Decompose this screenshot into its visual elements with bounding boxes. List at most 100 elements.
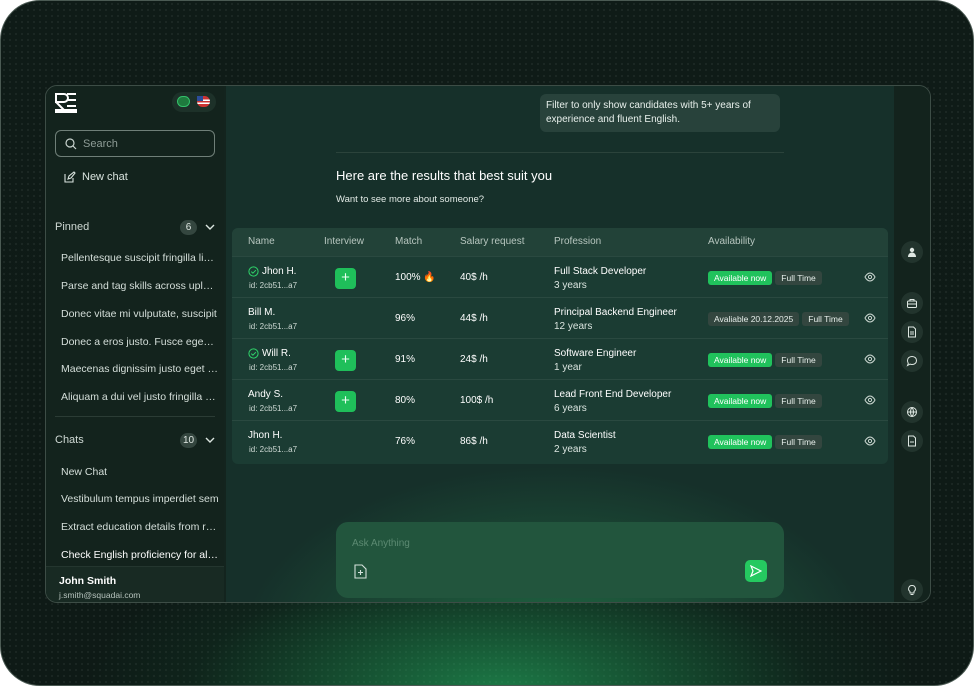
briefcase-icon bbox=[907, 299, 917, 308]
employment-type-badge: Full Time bbox=[775, 394, 822, 408]
chat-main: Filter to only show candidates with 5+ y… bbox=[226, 86, 894, 602]
eye-icon[interactable] bbox=[864, 395, 876, 405]
table-row[interactable]: Bill M. id: 2cb51...a7 96% 44$ /h Princi… bbox=[232, 297, 888, 338]
salary-request: 100$ /h bbox=[460, 395, 494, 406]
availability-badges: Avaliable 20.12.2025 Full Time bbox=[708, 312, 849, 326]
column-header: Match bbox=[395, 236, 423, 247]
messages-button[interactable] bbox=[901, 350, 923, 372]
profession: Full Stack Developer bbox=[554, 266, 647, 277]
eye-icon[interactable] bbox=[864, 313, 876, 323]
availability-badges: Available now Full Time bbox=[708, 435, 822, 449]
candidate-name: Andy S. bbox=[248, 389, 283, 400]
table-row[interactable]: Will R. id: 2cb51...a7 + 91% 24$ /h Soft… bbox=[232, 338, 888, 379]
match-score: 91% bbox=[395, 354, 416, 365]
us-flag-icon[interactable] bbox=[197, 96, 210, 107]
pinned-section-header[interactable]: Pinned 6 bbox=[55, 219, 215, 235]
profile-button[interactable] bbox=[901, 241, 923, 263]
message-divider bbox=[336, 152, 784, 153]
profession: Lead Front End Developer bbox=[554, 389, 672, 400]
chevron-down-icon[interactable] bbox=[205, 222, 215, 232]
eye-icon[interactable] bbox=[864, 436, 876, 446]
right-toolbar bbox=[894, 86, 930, 602]
chats-section-header[interactable]: Chats 10 bbox=[55, 432, 215, 448]
table-row[interactable]: Andy S. id: 2cb51...a7 + 80% 100$ /h Lea… bbox=[232, 379, 888, 420]
add-interview-button[interactable]: + bbox=[335, 268, 356, 289]
chevron-down-icon[interactable] bbox=[205, 435, 215, 445]
app-logo bbox=[55, 93, 77, 113]
salary-request: 24$ /h bbox=[460, 354, 488, 365]
table-row[interactable]: Jhon H. id: 2cb51...a7 76% 86$ /h Data S… bbox=[232, 420, 888, 461]
user-name: John Smith bbox=[59, 575, 117, 587]
search-input[interactable] bbox=[83, 136, 208, 152]
eye-icon[interactable] bbox=[864, 272, 876, 282]
availability-badge: Available now bbox=[708, 353, 773, 367]
column-header: Salary request bbox=[460, 236, 525, 247]
sidebar-divider bbox=[55, 416, 215, 417]
chat-item[interactable]: New Chat bbox=[61, 466, 219, 478]
candidate-name: Bill M. bbox=[248, 307, 275, 318]
chat-item-active[interactable]: Check English proficiency for all candid… bbox=[61, 549, 219, 561]
web-button[interactable] bbox=[901, 401, 923, 423]
file-icon bbox=[908, 435, 916, 447]
experience-years: 1 year bbox=[554, 362, 582, 373]
new-chat-button[interactable]: New chat bbox=[64, 170, 128, 184]
experience-years: 6 years bbox=[554, 403, 587, 414]
user-profile[interactable]: John Smith j.smith@squadai.com bbox=[46, 566, 224, 602]
candidates-table: Name Interview Match Salary request Prof… bbox=[232, 228, 888, 464]
files-button[interactable] bbox=[901, 430, 923, 452]
candidate-name: Jhon H. bbox=[248, 430, 282, 441]
availability-badges: Available now Full Time bbox=[708, 271, 822, 285]
tips-button[interactable] bbox=[901, 579, 923, 601]
jobs-button[interactable] bbox=[901, 292, 923, 314]
check-circle-icon bbox=[248, 348, 259, 359]
employment-type-badge: Full Time bbox=[775, 271, 822, 285]
candidate-name: Will R. bbox=[248, 348, 291, 359]
table-row[interactable]: Jhon H. id: 2cb51...a7 + 100% 🔥 40$ /h F… bbox=[232, 256, 888, 297]
flag-icon[interactable] bbox=[177, 96, 190, 107]
search-box bbox=[55, 130, 215, 157]
prompt-input[interactable]: Ask Anything bbox=[352, 538, 410, 549]
results-subtitle: Want to see more about someone? bbox=[336, 194, 485, 205]
chats-title: Chats bbox=[55, 434, 84, 446]
availability-badge: Available now bbox=[708, 435, 773, 449]
pinned-item[interactable]: Parse and tag skills across uploaded CVs bbox=[61, 280, 219, 292]
document-icon bbox=[908, 326, 916, 338]
chat-item[interactable]: Extract education details from resumes bbox=[61, 521, 219, 533]
send-button[interactable] bbox=[745, 560, 767, 582]
pinned-item[interactable]: Donec a eros justo. Fusce egestas bbox=[61, 336, 219, 348]
pinned-item[interactable]: Donec vitae mi vulputate, suscipit bbox=[61, 308, 219, 320]
availability-badge: Available now bbox=[708, 271, 773, 285]
profession: Software Engineer bbox=[554, 348, 637, 359]
chat-item[interactable]: Vestibulum tempus imperdiet sem bbox=[61, 493, 219, 505]
profession: Data Scientist bbox=[554, 430, 616, 441]
profession: Principal Backend Engineer bbox=[554, 307, 677, 318]
availability-badges: Available now Full Time bbox=[708, 394, 822, 408]
globe-icon bbox=[907, 407, 917, 417]
pinned-item[interactable]: Maecenas dignissim justo eget nulla bbox=[61, 363, 219, 375]
salary-request: 44$ /h bbox=[460, 313, 488, 324]
language-switcher[interactable] bbox=[172, 92, 216, 112]
experience-years: 12 years bbox=[554, 321, 593, 332]
eye-icon[interactable] bbox=[864, 354, 876, 364]
pinned-item[interactable]: Pellentesque suscipit fringilla libero bbox=[61, 252, 219, 264]
results-title: Here are the results that best suit you bbox=[336, 168, 553, 183]
match-score: 96% bbox=[395, 313, 416, 324]
user-message: Filter to only show candidates with 5+ y… bbox=[540, 94, 780, 132]
attach-file-icon[interactable] bbox=[354, 564, 367, 579]
pinned-title: Pinned bbox=[55, 221, 90, 233]
candidate-name-text: Andy S. bbox=[248, 389, 284, 400]
prompt-box[interactable]: Ask Anything bbox=[336, 522, 784, 598]
add-interview-button[interactable]: + bbox=[335, 391, 356, 412]
search-icon bbox=[65, 138, 77, 150]
match-score: 76% bbox=[395, 436, 416, 447]
pinned-item[interactable]: Aliquam a dui vel justo fringilla euismo… bbox=[61, 391, 219, 403]
table-header: Name Interview Match Salary request Prof… bbox=[232, 228, 888, 256]
documents-button[interactable] bbox=[901, 321, 923, 343]
chats-count-badge: 10 bbox=[180, 432, 197, 448]
add-interview-button[interactable]: + bbox=[335, 350, 356, 371]
candidate-id: id: 2cb51...a7 bbox=[249, 281, 298, 290]
candidate-id: id: 2cb51...a7 bbox=[249, 322, 298, 331]
candidate-name-text: Will R. bbox=[262, 348, 291, 359]
salary-request: 86$ /h bbox=[460, 436, 488, 447]
app-window: New chat Pinned 6 Pellentesque suscipit … bbox=[45, 85, 931, 603]
